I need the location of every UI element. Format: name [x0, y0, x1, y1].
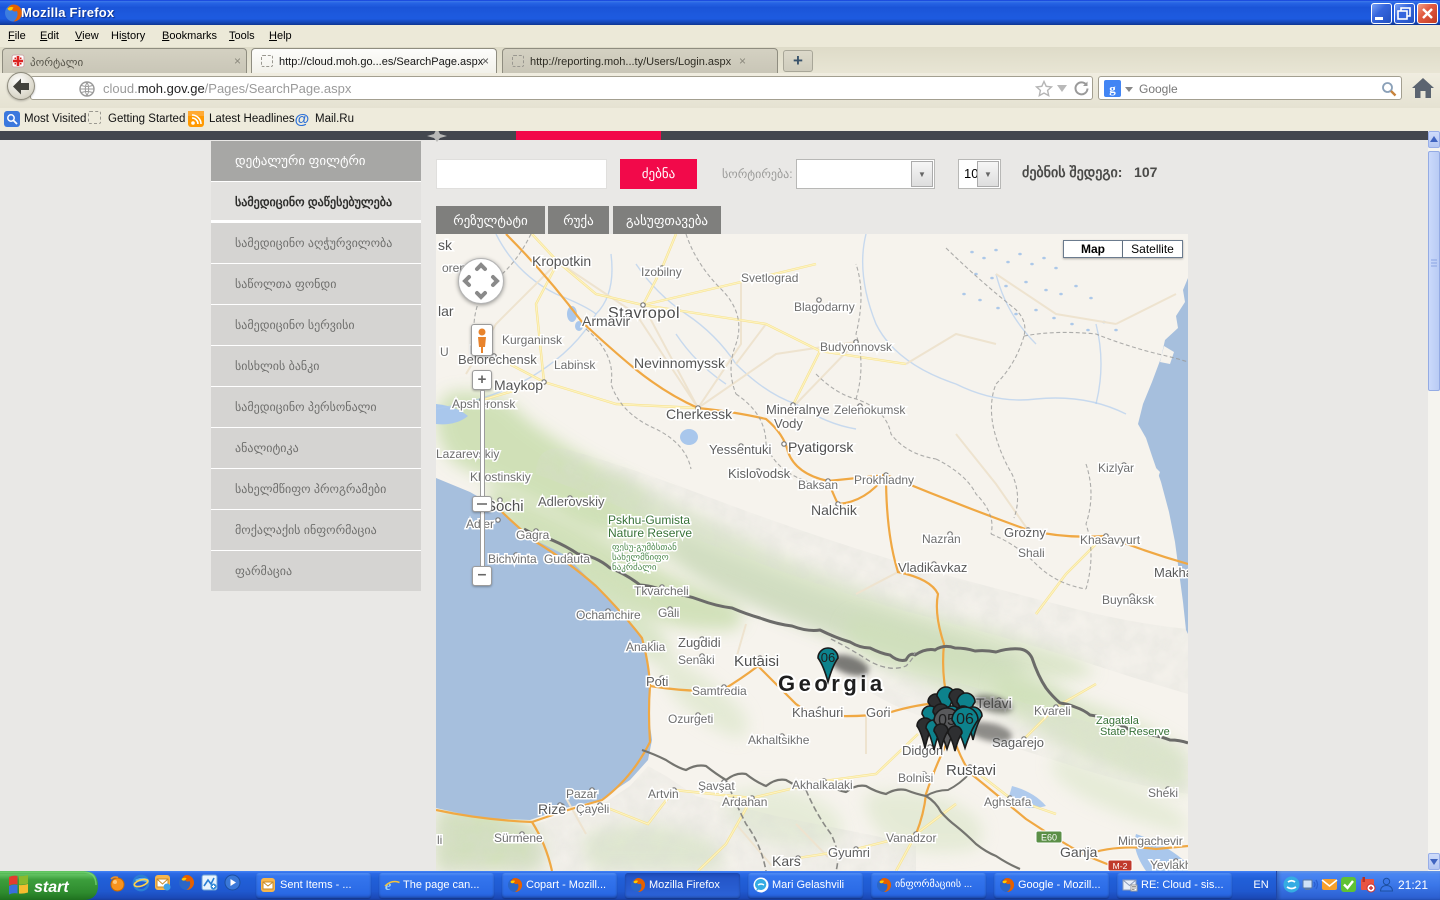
svg-text:sk: sk [438, 237, 453, 253]
svg-text:Rize: Rize [538, 801, 566, 817]
svg-text:Khashuri: Khashuri [792, 705, 843, 720]
svg-text:Pskhu-Gumista: Pskhu-Gumista [608, 513, 690, 527]
svg-text:Nature Reserve: Nature Reserve [608, 526, 692, 540]
svg-text:Vanadzor: Vanadzor [886, 831, 936, 845]
svg-text:lar: lar [438, 303, 454, 319]
svg-text:Kislovodsk: Kislovodsk [728, 466, 791, 481]
svg-text:Maykop: Maykop [494, 377, 543, 393]
svg-text:Şavşat: Şavşat [698, 779, 735, 793]
svg-text:Gagra: Gagra [516, 528, 550, 542]
svg-text:Kvareli: Kvareli [1034, 704, 1071, 718]
svg-text:Izobilny: Izobilny [641, 265, 682, 279]
svg-text:Gori: Gori [866, 705, 891, 720]
svg-text:ნაკრძალი: ნაკრძალი [612, 562, 657, 573]
svg-text:Gudauta: Gudauta [544, 552, 590, 566]
svg-text:Ochamchire: Ochamchire [576, 608, 641, 622]
svg-text:Zugdidi: Zugdidi [678, 635, 721, 650]
svg-text:Akhaltsikhe: Akhaltsikhe [748, 733, 810, 747]
svg-text:Labinsk: Labinsk [554, 358, 596, 372]
svg-text:Yevlakh: Yevlakh [1150, 858, 1188, 871]
svg-text:06: 06 [956, 711, 974, 728]
svg-text:Kropotkin: Kropotkin [532, 253, 591, 269]
svg-text:Cherkessk: Cherkessk [666, 406, 733, 422]
svg-text:Baksan: Baksan [798, 478, 838, 492]
svg-text:Nalchik: Nalchik [811, 502, 858, 518]
svg-text:E60: E60 [1041, 833, 1057, 843]
svg-text:Gyumri: Gyumri [828, 845, 870, 860]
svg-text:Yessentuki: Yessentuki [709, 442, 772, 457]
svg-text:Sheki: Sheki [1148, 786, 1178, 800]
svg-text:Nazran: Nazran [922, 532, 961, 546]
svg-text:Lazarevskiy: Lazarevskiy [436, 447, 499, 461]
svg-text:Aghstafa: Aghstafa [984, 795, 1032, 809]
svg-text:Anaklia: Anaklia [626, 640, 666, 654]
svg-text:Kurganinsk: Kurganinsk [502, 333, 563, 347]
svg-text:Vody: Vody [774, 416, 803, 431]
svg-text:li: li [437, 833, 442, 847]
svg-text:Pazar: Pazar [566, 787, 597, 801]
svg-text:Vladikavkaz: Vladikavkaz [898, 560, 967, 575]
svg-text:Makha: Makha [1154, 565, 1188, 580]
svg-text:Senaki: Senaki [678, 653, 715, 667]
svg-text:Kutaisi: Kutaisi [734, 653, 779, 670]
svg-text:Akhalkalaki: Akhalkalaki [792, 778, 853, 792]
svg-text:g: g [1109, 81, 1116, 96]
svg-text:Ozurgeti: Ozurgeti [668, 712, 713, 726]
svg-text:Shali: Shali [1018, 546, 1045, 560]
svg-text:U: U [440, 345, 449, 359]
svg-text:Bichvinta: Bichvinta [488, 552, 537, 566]
svg-text:Pyatigorsk: Pyatigorsk [788, 439, 854, 455]
svg-text:@: @ [295, 111, 310, 127]
svg-text:Sürmene: Sürmene [494, 831, 543, 845]
svg-text:Tkvarcheli: Tkvarcheli [634, 584, 689, 598]
svg-text:Budyonnovsk: Budyonnovsk [820, 340, 893, 354]
svg-text:Khasavyurt: Khasavyurt [1080, 533, 1141, 547]
svg-text:Prokhladny: Prokhladny [854, 473, 914, 487]
svg-text:M-2: M-2 [1113, 861, 1128, 871]
svg-text:Poti: Poti [646, 674, 669, 689]
svg-text:06: 06 [821, 650, 835, 665]
svg-text:Didgori: Didgori [902, 743, 943, 758]
svg-text:Rustavi: Rustavi [946, 762, 996, 779]
svg-text:Kizlyar: Kizlyar [1098, 461, 1134, 475]
svg-text:Zelenokumsk: Zelenokumsk [834, 403, 906, 417]
svg-text:Çayeli: Çayeli [576, 802, 609, 816]
svg-text:Armavir: Armavir [582, 313, 631, 329]
svg-text:Mingachevir: Mingachevir [1118, 834, 1183, 848]
svg-text:Gali: Gali [658, 606, 679, 620]
svg-text:Artvin: Artvin [648, 787, 679, 801]
svg-text:Samtredia: Samtredia [692, 684, 747, 698]
svg-text:Grozny: Grozny [1004, 525, 1046, 540]
svg-text:Georgia: Georgia [778, 671, 886, 696]
svg-text:Ardahan: Ardahan [722, 795, 767, 809]
svg-text:Nevinnomyssk: Nevinnomyssk [634, 355, 726, 371]
svg-text:Kars: Kars [772, 853, 801, 869]
svg-text:Ganja: Ganja [1060, 844, 1098, 860]
svg-text:Belorechensk: Belorechensk [458, 352, 537, 367]
svg-text:Svetlograd: Svetlograd [741, 271, 798, 285]
svg-text:Adlerovskiy: Adlerovskiy [538, 494, 605, 509]
svg-text:Mineralnye: Mineralnye [766, 402, 830, 417]
svg-text:State Reserve: State Reserve [1100, 726, 1170, 738]
svg-text:Buynaksk: Buynaksk [1102, 593, 1155, 607]
svg-text:start: start [34, 879, 69, 896]
svg-text:Bolnisi: Bolnisi [898, 771, 933, 785]
svg-text:Blagodarny: Blagodarny [794, 300, 855, 314]
